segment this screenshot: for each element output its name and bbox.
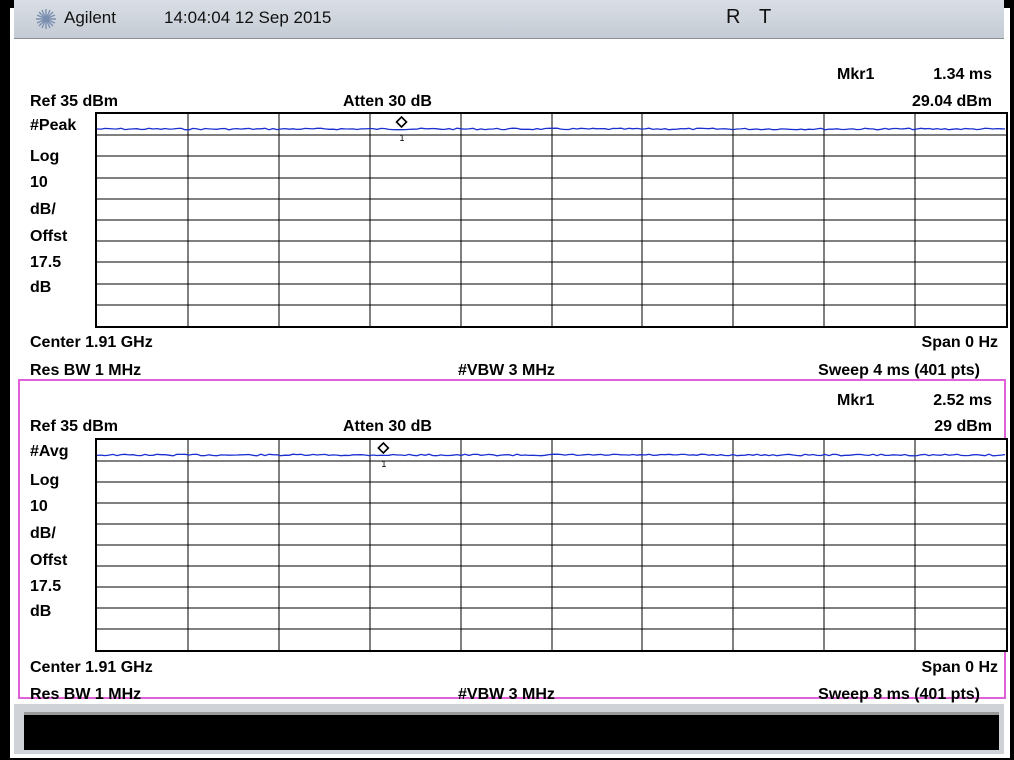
marker-diamond-icon	[377, 441, 390, 455]
sweep-time: Sweep 4 ms (401 pts)	[818, 362, 980, 379]
trace-line	[97, 453, 1006, 457]
marker-time: 2.52 ms	[933, 392, 992, 409]
center-frequency: Center 1.91 GHz	[30, 334, 153, 351]
agilent-spark-icon	[36, 9, 56, 29]
scale-value: 10	[30, 174, 48, 191]
brand-name: Agilent	[64, 8, 116, 27]
offset-value: 17.5	[30, 578, 62, 595]
scale-type: Log	[30, 472, 60, 489]
marker-diamond-icon	[395, 115, 408, 129]
graticule-svg: 1	[97, 114, 1006, 326]
scale-type: Log	[30, 148, 60, 165]
marker-time: 1.34 ms	[933, 66, 992, 83]
marker-value: 29.04 dBm	[911, 93, 992, 110]
scale-unit: dB/	[30, 201, 56, 218]
trace-graticule[interactable]: 1	[95, 438, 1008, 652]
title-bar: Agilent 14:04:04 12 Sep 2015 R T	[14, 0, 1004, 39]
offset-unit: dB	[30, 603, 52, 620]
resolution-bandwidth: Res BW 1 MHz	[30, 362, 142, 379]
remote-indicator: R	[726, 6, 741, 28]
scale-unit: dB/	[30, 525, 56, 542]
attenuation: Atten 30 dB	[343, 93, 432, 110]
marker-number: 1	[381, 459, 386, 469]
video-bandwidth: #VBW 3 MHz	[458, 686, 555, 703]
video-bandwidth: #VBW 3 MHz	[458, 362, 555, 379]
reference-level: Ref 35 dBm	[30, 418, 119, 435]
graticule-svg: 1	[97, 440, 1006, 650]
timestamp: 14:04:04 12 Sep 2015	[164, 8, 332, 27]
resolution-bandwidth: Res BW 1 MHz	[30, 686, 142, 703]
offset-label: Offst	[30, 552, 68, 569]
reference-level: Ref 35 dBm	[30, 93, 119, 110]
offset-value: 17.5	[30, 254, 62, 271]
span: Span 0 Hz	[921, 659, 998, 676]
sweep-time: Sweep 8 ms (401 pts)	[818, 686, 980, 703]
attenuation: Atten 30 dB	[343, 418, 432, 435]
status-bar	[24, 712, 999, 750]
center-frequency: Center 1.91 GHz	[30, 659, 153, 676]
span: Span 0 Hz	[921, 334, 998, 351]
trigger-indicator: T	[759, 6, 772, 28]
offset-label: Offst	[30, 228, 68, 245]
marker-number: 1	[400, 133, 405, 143]
scale-value: 10	[30, 498, 48, 515]
marker-label: Mkr1	[837, 66, 875, 83]
detector-mode: #Avg	[30, 443, 69, 460]
trace-line	[97, 127, 1006, 131]
marker-label: Mkr1	[837, 392, 875, 409]
detector-mode: #Peak	[30, 117, 77, 134]
marker-value: 29 dBm	[934, 418, 992, 435]
trace-graticule[interactable]: 1	[95, 112, 1008, 328]
offset-unit: dB	[30, 279, 52, 296]
